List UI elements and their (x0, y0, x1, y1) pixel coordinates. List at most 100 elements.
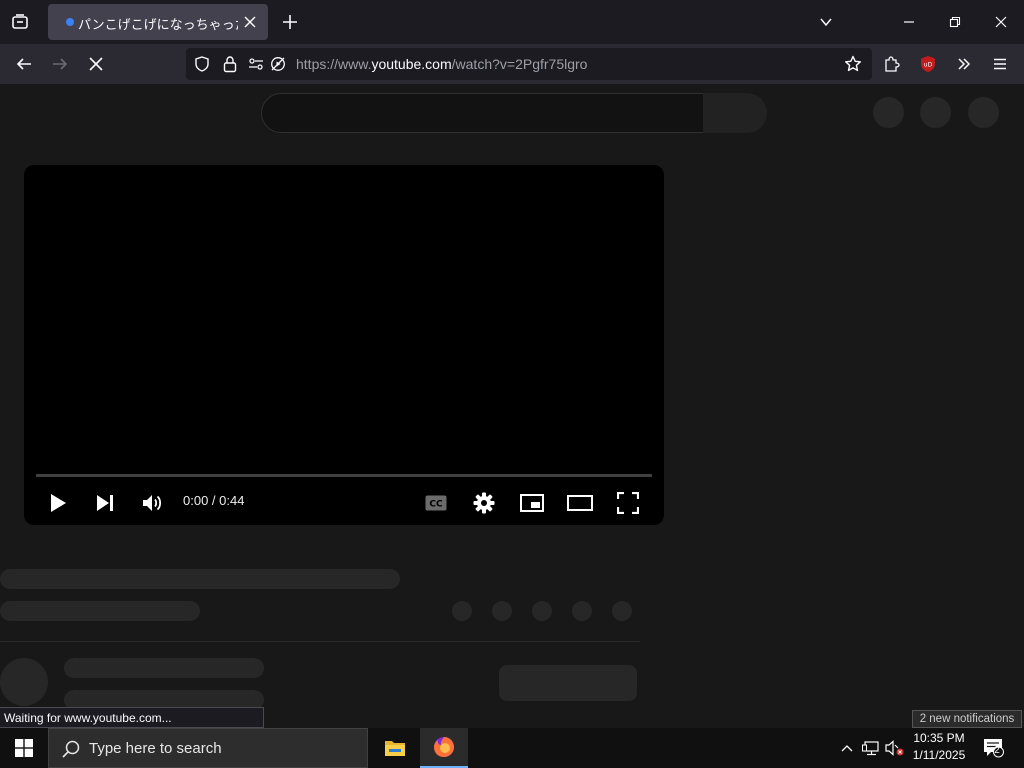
mute-button[interactable] (137, 487, 169, 519)
title-placeholder (0, 569, 400, 589)
windows-logo-icon (15, 739, 33, 757)
ublock-origin-button[interactable]: uD (914, 50, 942, 78)
browser-tab[interactable]: パンこげこげになっちゃった(! (48, 4, 268, 40)
network-icon (862, 741, 879, 756)
notification-count: 2 (994, 745, 1000, 756)
minimize-icon (904, 21, 914, 23)
tab-list-button[interactable] (4, 6, 36, 38)
url-path: /watch?v=2Pgfr75lgro (451, 56, 588, 72)
clock-time: 10:35 PM (913, 731, 965, 745)
miniplayer-button[interactable] (516, 487, 548, 519)
search-icon (62, 740, 80, 758)
puzzle-piece-icon (885, 56, 900, 72)
network-button[interactable] (861, 738, 881, 758)
play-icon (51, 494, 66, 512)
tab-close-button[interactable] (242, 14, 258, 30)
video-player[interactable]: 0:00 / 0:44 CC (24, 165, 664, 525)
settings-button[interactable] (468, 487, 500, 519)
list-all-tabs-button[interactable] (812, 8, 840, 36)
chevron-down-icon (820, 18, 832, 27)
subtitle-placeholder (0, 601, 200, 621)
channel-avatar-placeholder (0, 658, 48, 706)
url-text: https://www.youtube.com/watch?v=2Pgfr75l… (296, 56, 587, 72)
clock[interactable]: 10:35 PM 1/11/2025 (908, 730, 970, 764)
theater-mode-button[interactable] (564, 487, 596, 519)
svg-text:uD: uD (924, 62, 933, 69)
subscribe-placeholder (499, 665, 637, 701)
divider (0, 641, 640, 642)
action-placeholder (452, 601, 472, 621)
notification-center-button[interactable]: 2 (981, 738, 1007, 758)
miniplayer-icon (520, 494, 544, 512)
subtitles-button[interactable]: CC (420, 487, 452, 519)
navigation-toolbar: https://www.youtube.com/watch?v=2Pgfr75l… (0, 44, 1024, 84)
status-panel: Waiting for www.youtube.com... (0, 707, 264, 728)
extensions-button[interactable] (878, 50, 906, 78)
arrow-right-icon (53, 58, 68, 70)
action-placeholder (612, 601, 632, 621)
url-prefix: https://www. (296, 56, 372, 72)
volume-button[interactable] (885, 738, 905, 758)
tab-list-icon (12, 14, 28, 29)
chevron-up-icon (841, 745, 853, 752)
loading-indicator-icon (66, 18, 74, 26)
skip-next-icon (97, 495, 113, 511)
forward-button[interactable] (46, 50, 74, 78)
header-icon-placeholder (873, 97, 904, 128)
plus-icon (283, 15, 297, 29)
app-menu-button[interactable] (986, 50, 1014, 78)
notification-tooltip: 2 new notifications (912, 710, 1022, 728)
fullscreen-icon (617, 492, 639, 514)
permissions-icon[interactable] (248, 56, 264, 72)
arrow-left-icon (16, 58, 31, 70)
minimize-button[interactable] (895, 8, 923, 36)
tracking-protection-shield-icon[interactable] (194, 56, 210, 72)
video-time: 0:00 / 0:44 (183, 493, 245, 508)
restore-button[interactable] (941, 8, 969, 36)
close-window-button[interactable] (987, 8, 1015, 36)
bookmark-star-icon[interactable] (844, 55, 862, 73)
firefox-icon (434, 737, 454, 757)
action-placeholder (532, 601, 552, 621)
search-placeholder: Type here to search (89, 740, 222, 757)
action-placeholder (572, 601, 592, 621)
show-hidden-icons-button[interactable] (837, 738, 857, 758)
close-icon (89, 57, 103, 71)
autoplay-blocked-icon[interactable] (270, 56, 286, 72)
more-tools-button[interactable] (950, 50, 978, 78)
search-box-placeholder[interactable] (261, 93, 704, 133)
play-button[interactable] (42, 487, 74, 519)
youtube-watch-page: 0:00 / 0:44 CC (0, 84, 1024, 728)
close-icon (995, 16, 1007, 28)
speaker-muted-icon (885, 740, 904, 756)
double-chevron-right-icon (958, 58, 971, 70)
close-icon (244, 16, 256, 28)
browser-tab-strip: パンこげこげになっちゃった(! (0, 0, 1024, 44)
closed-captions-icon: CC (425, 495, 447, 511)
folder-icon (385, 741, 405, 756)
url-domain: youtube.com (371, 56, 452, 72)
theater-mode-icon (567, 495, 593, 511)
ublock-shield-icon: uD (921, 56, 935, 72)
progress-bar[interactable] (36, 474, 652, 477)
action-placeholder (492, 601, 512, 621)
volume-icon (143, 495, 162, 511)
new-tab-button[interactable] (278, 10, 302, 34)
search-button-placeholder[interactable] (703, 93, 767, 133)
file-explorer-button[interactable] (371, 728, 419, 768)
next-button[interactable] (89, 487, 121, 519)
start-button[interactable] (0, 728, 48, 768)
firefox-taskbar-button[interactable] (420, 728, 468, 768)
svg-text:CC: CC (429, 500, 443, 510)
address-bar[interactable]: https://www.youtube.com/watch?v=2Pgfr75l… (186, 48, 872, 80)
fullscreen-button[interactable] (612, 487, 644, 519)
tab-title: パンこげこげになっちゃった(! (78, 18, 238, 33)
lock-icon[interactable] (222, 55, 238, 73)
stop-loading-button[interactable] (82, 50, 110, 78)
back-button[interactable] (10, 50, 38, 78)
hamburger-menu-icon (994, 58, 1006, 70)
taskbar-search-box[interactable]: Type here to search (48, 728, 368, 768)
channel-name-placeholder (64, 658, 264, 678)
header-icon-placeholder (920, 97, 951, 128)
clock-date: 1/11/2025 (912, 748, 966, 762)
